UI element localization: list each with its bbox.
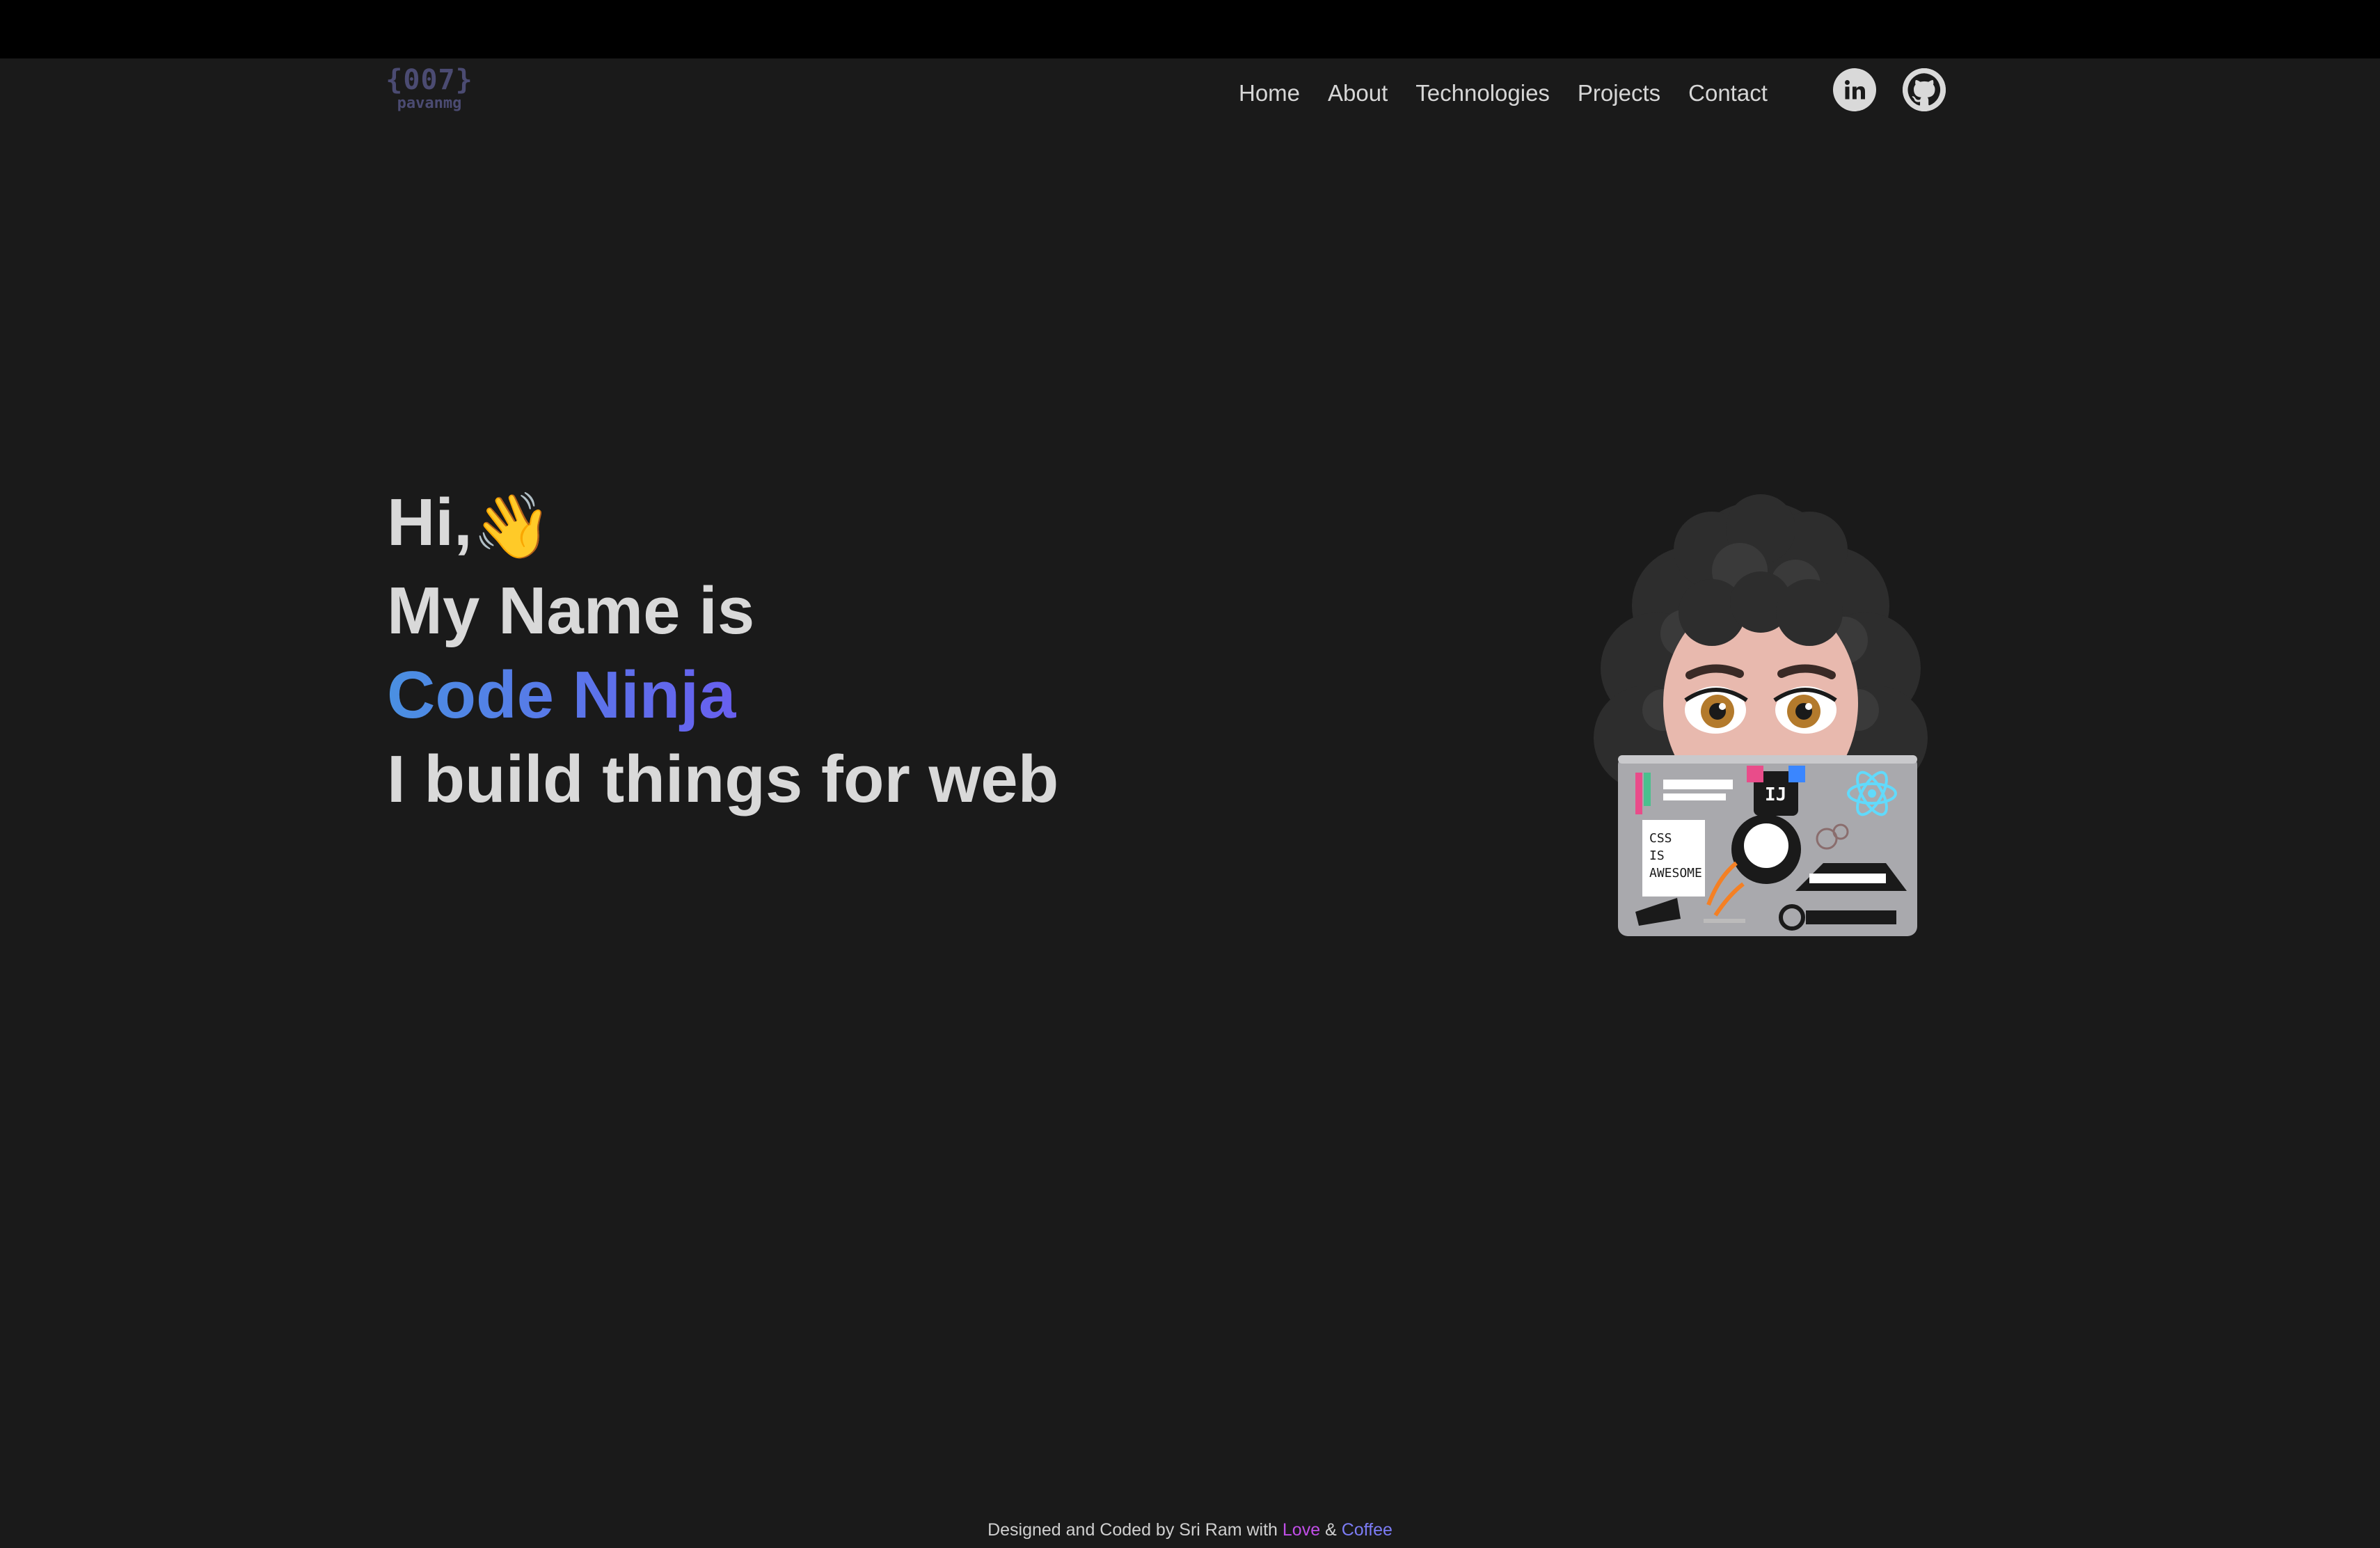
github-icon (1903, 68, 1946, 111)
social-links (1833, 68, 1946, 111)
page (0, 58, 2380, 1548)
site-logo[interactable]: {007} pavanmg (384, 64, 475, 111)
linkedin-icon (1845, 80, 1865, 100)
footer: Designed and Coded by Sri Ram with Love … (0, 1520, 2380, 1540)
hero-tagline: I build things for web (387, 742, 1059, 816)
main-nav: Home About Technologies Projects Contact (1239, 72, 1768, 114)
svg-text:IJ: IJ (1765, 784, 1786, 805)
logo-sub-text: pavanmg (397, 95, 462, 112)
linkedin-link[interactable] (1833, 68, 1876, 111)
hero-greeting: Hi, (387, 485, 473, 560)
hero-text: Hi,👋 My Name is Code Ninja I build thing… (387, 480, 1058, 821)
nav-technologies[interactable]: Technologies (1415, 80, 1550, 106)
hero-greeting-line: Hi,👋 (387, 480, 1058, 569)
github-link[interactable] (1903, 68, 1946, 111)
footer-coffee: Coffee (1341, 1520, 1393, 1540)
nav-contact[interactable]: Contact (1688, 80, 1768, 106)
hero-name: Code Ninja (387, 653, 1058, 737)
memoji-avatar-image: IJ CSS IS AWESOME (1594, 494, 1928, 936)
svg-text:IS: IS (1649, 848, 1665, 863)
footer-amp: & (1320, 1520, 1342, 1540)
footer-love: Love (1282, 1520, 1321, 1540)
nav-home[interactable]: Home (1239, 80, 1300, 106)
svg-text:AWESOME: AWESOME (1649, 866, 1702, 880)
footer-credit: Designed and Coded by Sri Ram with (987, 1520, 1283, 1540)
nav-about[interactable]: About (1328, 80, 1388, 106)
logo-main-text: {007} (386, 64, 473, 96)
browser-top-bar (0, 0, 2380, 58)
svg-text:CSS: CSS (1649, 831, 1672, 846)
hero-name-intro: My Name is (387, 574, 755, 648)
nav-projects[interactable]: Projects (1578, 80, 1660, 106)
waving-hand-icon: 👋 (472, 491, 553, 562)
